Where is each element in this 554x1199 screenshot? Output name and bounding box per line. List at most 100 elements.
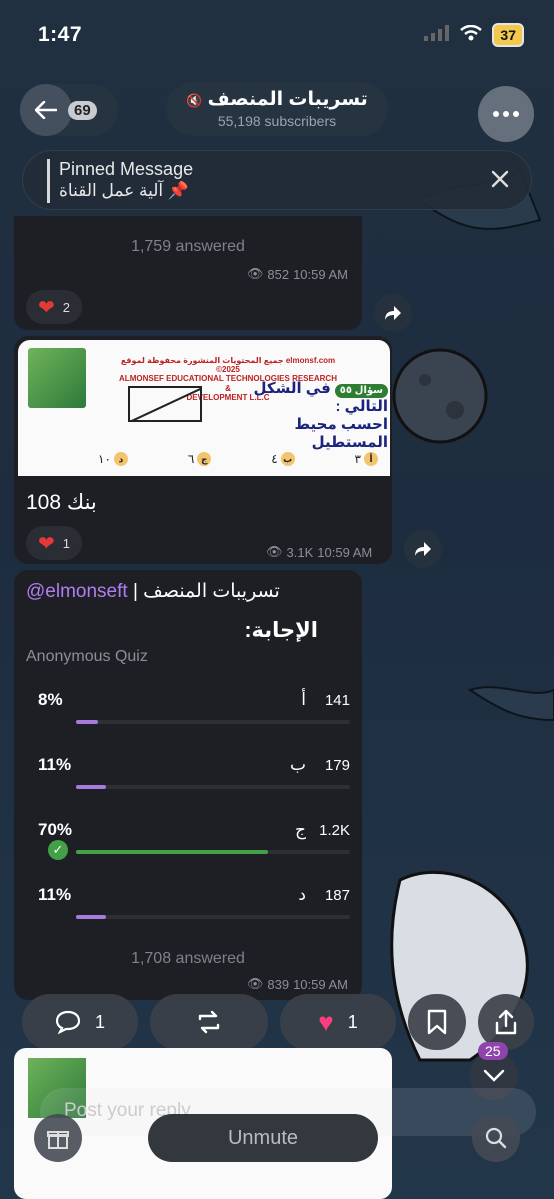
poll-answered-count: 1,708 answered xyxy=(131,950,245,967)
quiz-option: 8% 141 أ xyxy=(14,690,362,750)
forward-button[interactable] xyxy=(404,530,442,568)
unread-mentions-badge: 25 xyxy=(478,1042,508,1060)
heart-icon: ♥ xyxy=(318,1006,334,1037)
reaction-count: 1 xyxy=(62,535,70,551)
like-button[interactable]: ♥ 1 xyxy=(280,994,396,1050)
sender-handle[interactable]: @elmonseft xyxy=(26,581,128,602)
option-votes: 141 xyxy=(324,692,350,709)
channel-title-pill[interactable]: تسريبات المنصف 🔇 55,198 subscribers xyxy=(166,82,388,136)
question-image[interactable]: جميع المحتويات المنشورة محفوظة لموقع elm… xyxy=(18,340,390,476)
option-bar-track xyxy=(76,850,350,854)
sender-line: @elmonseft | تسريبات المنصف xyxy=(26,581,280,602)
forward-arrow-icon xyxy=(415,542,431,556)
quiz-option: 70% 1.2K ج ✓ xyxy=(14,820,362,880)
search-button[interactable] xyxy=(472,1114,520,1162)
status-bar: 1:47 37 xyxy=(0,0,554,70)
message-meta: 👁 3.1K 10:59 AM xyxy=(266,544,372,560)
heart-icon: ❤ xyxy=(38,296,55,319)
option-percent: 11% xyxy=(38,885,72,904)
view-count: 3.1K xyxy=(286,544,314,560)
wifi-icon xyxy=(460,24,483,46)
option-bar-track xyxy=(76,785,350,789)
message-caption: بنك 108 xyxy=(26,491,97,514)
close-pinned-button[interactable] xyxy=(491,167,509,195)
option-letter: أ xyxy=(301,690,306,709)
channel-name: تسريبات المنصف xyxy=(207,89,368,110)
gift-button[interactable] xyxy=(34,1114,82,1162)
unmute-button[interactable]: Unmute xyxy=(148,1114,378,1162)
views-eye-icon: 👁 xyxy=(246,266,264,281)
close-icon xyxy=(491,170,509,188)
option-bar-fill xyxy=(76,785,107,789)
view-count: 839 xyxy=(267,976,290,992)
image-option: ج٦ xyxy=(188,452,212,466)
view-count: 852 xyxy=(267,266,290,282)
views-eye-icon: 👁 xyxy=(246,976,264,991)
option-votes: 179 xyxy=(324,757,350,774)
question-tag: سؤال ٥٥ xyxy=(334,384,388,398)
status-time: 1:47 xyxy=(38,23,83,46)
image-option: د ١٠ xyxy=(98,452,128,466)
image-option: ب٤ xyxy=(271,452,295,466)
quiz-type: Anonymous Quiz xyxy=(26,648,148,665)
reaction-chip[interactable]: ❤ 1 xyxy=(26,526,82,560)
option-percent: 70% xyxy=(38,820,73,839)
quiz-message: @elmonseft | تسريبات المنصف الإجابة: Ano… xyxy=(14,570,362,1000)
message-time: 10:59 AM xyxy=(293,266,348,282)
muted-icon: 🔇 xyxy=(186,93,203,108)
pinned-label: Pinned Message xyxy=(59,159,194,179)
forward-button[interactable] xyxy=(374,294,412,332)
option-letter: د xyxy=(298,885,306,904)
comment-bubble-icon xyxy=(55,1010,81,1034)
message-bubble-previous-poll: 1,759 answered 👁 852 10:59 AM ❤ 2 xyxy=(14,216,362,330)
comment-count: 1 xyxy=(94,1011,105,1032)
book-cover-image xyxy=(28,348,86,408)
image-options: أ٣ ب٤ ج٦ د ١٠ xyxy=(98,452,378,466)
message-time: 10:59 AM xyxy=(317,544,373,560)
option-bar-track xyxy=(76,915,350,919)
option-percent: 8% xyxy=(38,690,63,709)
option-bar-fill xyxy=(76,915,107,919)
option-letter: ج xyxy=(295,820,306,839)
back-button[interactable]: 69 xyxy=(20,84,118,136)
image-option: أ٣ xyxy=(355,452,378,466)
share-icon xyxy=(495,1009,517,1035)
quiz-option: 11% 187 د xyxy=(14,885,362,945)
views-eye-icon: 👁 xyxy=(266,544,283,559)
repost-icon xyxy=(198,1010,220,1034)
gift-icon xyxy=(47,1131,69,1149)
quiz-option: 11% 179 ب xyxy=(14,755,362,815)
comments-button[interactable]: 1 xyxy=(22,994,138,1050)
message-meta: 👁 852 10:59 AM xyxy=(247,266,348,282)
quiz-question: الإجابة: xyxy=(244,619,318,642)
option-bar-fill xyxy=(76,850,268,854)
cellular-signal-icon xyxy=(424,24,450,46)
message-meta: 👁 839 10:59 AM xyxy=(247,976,348,992)
like-count: 1 xyxy=(347,1011,358,1032)
unread-count-badge: 69 xyxy=(68,100,97,120)
more-dot-icon xyxy=(493,111,499,117)
reaction-count: 2 xyxy=(62,299,70,315)
bookmark-icon xyxy=(427,1009,447,1035)
back-arrow-icon xyxy=(20,84,72,136)
pinned-message-bar[interactable]: Pinned Message 📌 آلية عمل القناة xyxy=(22,150,532,210)
pinned-indicator xyxy=(47,159,50,203)
pinned-text: آلية عمل القناة xyxy=(59,181,164,200)
poll-answered-count: 1,759 answered xyxy=(131,238,245,255)
pin-icon: 📌 xyxy=(167,181,190,200)
bookmark-button[interactable] xyxy=(408,994,466,1050)
image-question: سؤال ٥٥في الشكل التالي : احسب محيط المست… xyxy=(253,380,388,451)
repost-button[interactable] xyxy=(150,994,268,1050)
option-votes: 1.2K xyxy=(319,822,350,839)
message-time: 10:59 AM xyxy=(293,976,348,992)
option-bar-fill xyxy=(76,720,98,724)
option-percent: 11% xyxy=(38,755,72,774)
battery-indicator: 37 xyxy=(492,23,524,47)
search-icon xyxy=(485,1127,507,1149)
reaction-chip[interactable]: ❤ 2 xyxy=(26,290,82,324)
subscriber-count: 55,198 subscribers xyxy=(217,113,337,129)
forward-arrow-icon xyxy=(385,306,401,320)
correct-check-icon: ✓ xyxy=(48,840,68,860)
more-options-button[interactable] xyxy=(478,86,534,142)
option-votes: 187 xyxy=(324,887,350,904)
